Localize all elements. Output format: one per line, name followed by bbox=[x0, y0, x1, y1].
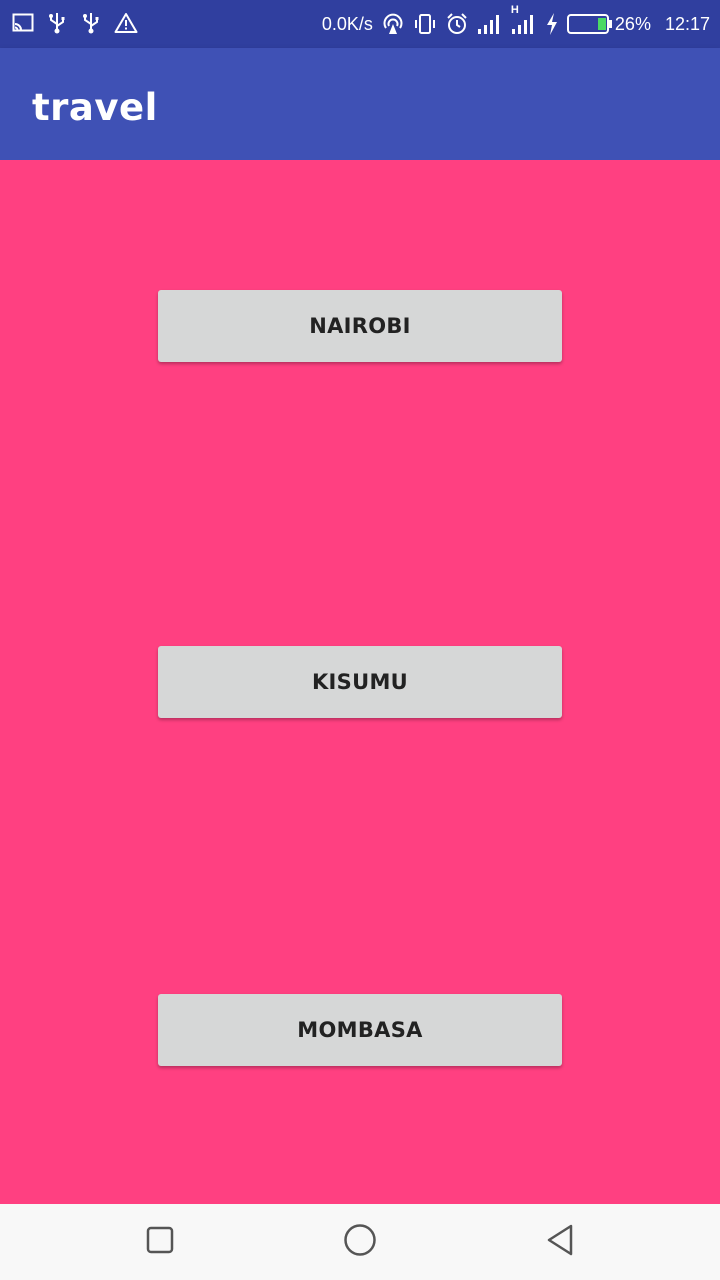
battery-percent: 26% bbox=[614, 13, 651, 34]
home-button[interactable] bbox=[342, 1223, 378, 1262]
navigation-bar bbox=[0, 1204, 720, 1280]
screen-cast-icon bbox=[12, 12, 34, 34]
status-bar: 0.0K/s H 26% 12:17 bbox=[0, 0, 720, 48]
nairobi-button[interactable]: NAIROBI bbox=[158, 290, 562, 362]
usb-icon bbox=[80, 12, 102, 34]
back-icon bbox=[544, 1223, 576, 1262]
warning-icon bbox=[114, 12, 138, 34]
app-bar: travel bbox=[0, 48, 720, 160]
recents-button[interactable] bbox=[142, 1224, 178, 1260]
hotspot-icon bbox=[381, 12, 405, 36]
clock: 12:17 bbox=[664, 13, 710, 34]
usb-icon bbox=[46, 12, 68, 34]
home-icon bbox=[343, 1223, 377, 1262]
app-title: travel bbox=[32, 86, 158, 129]
status-left-icons bbox=[12, 12, 138, 34]
kisumu-button[interactable]: KISUMU bbox=[158, 646, 562, 718]
recents-icon bbox=[145, 1225, 175, 1260]
alarm-icon bbox=[445, 12, 469, 36]
network-type: H bbox=[510, 4, 519, 16]
mombasa-button[interactable]: MOMBASA bbox=[158, 994, 562, 1066]
signal-icon bbox=[477, 12, 503, 36]
status-right: 0.0K/s H 26% 12:17 bbox=[322, 0, 710, 48]
battery-icon bbox=[566, 12, 613, 36]
charging-icon bbox=[545, 12, 559, 36]
back-button[interactable] bbox=[542, 1224, 578, 1260]
signal-h-group: H bbox=[511, 4, 537, 36]
main-content: NAIROBI KISUMU MOMBASA bbox=[0, 160, 720, 1204]
network-speed: 0.0K/s bbox=[321, 13, 373, 34]
vibrate-icon bbox=[413, 12, 437, 36]
